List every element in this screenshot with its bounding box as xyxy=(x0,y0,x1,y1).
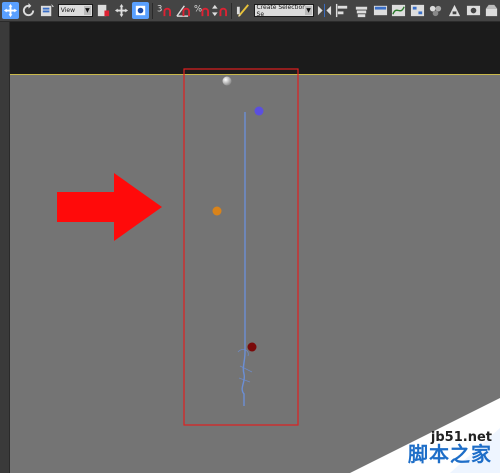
move-icon[interactable] xyxy=(114,2,131,19)
watermark: jb51.net 脚本之家 xyxy=(350,398,500,473)
select-object-icon[interactable] xyxy=(2,2,19,19)
toolbar-separator xyxy=(151,2,153,19)
align-icon[interactable] xyxy=(335,2,352,19)
named-selection-set-select[interactable]: Create Selection Se ▼ xyxy=(253,4,315,18)
darkred-point[interactable] xyxy=(247,342,257,352)
spline-line xyxy=(241,112,246,406)
graphite-ribbon-icon[interactable] xyxy=(372,2,389,19)
edit-named-selection-icon[interactable] xyxy=(235,2,252,19)
reference-coordinate-select[interactable]: View ▼ xyxy=(57,4,93,17)
red-arrow-icon xyxy=(57,173,162,241)
selection-bounding-box xyxy=(183,68,299,426)
blue-point[interactable] xyxy=(254,106,264,116)
svg-text:%: % xyxy=(194,3,202,13)
mirror-icon[interactable] xyxy=(316,2,333,19)
orange-point[interactable] xyxy=(212,206,222,216)
percent-snap-icon[interactable]: % xyxy=(193,2,210,19)
pivot-center-icon[interactable] xyxy=(95,2,112,19)
angle-snap-icon[interactable] xyxy=(174,2,191,19)
rotate-icon[interactable] xyxy=(21,2,38,19)
toolbar-separator xyxy=(230,2,232,19)
chevron-down-icon: ▼ xyxy=(83,6,91,15)
snaps-toggle-icon[interactable]: 3 xyxy=(156,2,173,19)
svg-text:3: 3 xyxy=(157,3,162,13)
curve-editor-icon[interactable] xyxy=(390,2,407,19)
select-by-name-icon[interactable] xyxy=(39,2,56,19)
schematic-view-icon[interactable] xyxy=(409,2,426,19)
spinner-snap-icon[interactable] xyxy=(211,2,228,19)
material-editor-icon[interactable] xyxy=(428,2,445,19)
reference-coordinate-value: View xyxy=(60,7,75,14)
render-production-icon[interactable] xyxy=(483,2,500,19)
manipulate-icon[interactable] xyxy=(132,2,149,19)
main-toolbar: View ▼ 3 % Create Selection Se ▼ xyxy=(0,0,500,22)
chevron-down-icon: ▼ xyxy=(305,6,313,15)
layer-manager-icon[interactable] xyxy=(353,2,370,19)
gray-point[interactable] xyxy=(222,76,232,86)
watermark-site-name: 脚本之家 xyxy=(408,442,492,466)
render-setup-icon[interactable] xyxy=(446,2,463,19)
rendered-frame-icon[interactable] xyxy=(465,2,482,19)
